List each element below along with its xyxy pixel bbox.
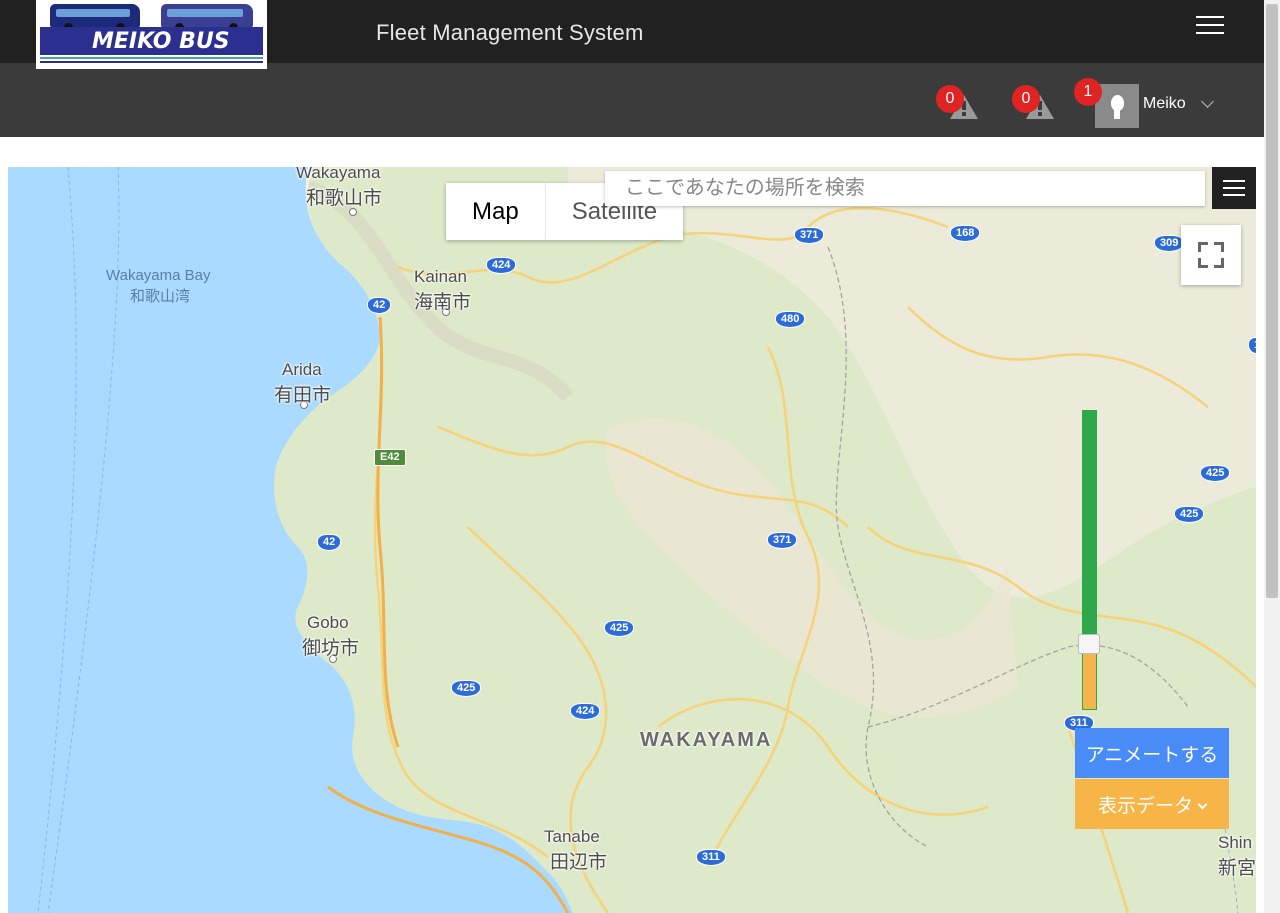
map-label-arida-jp: 有田市 bbox=[274, 385, 332, 406]
map-label-gobo: Gobo bbox=[307, 613, 349, 632]
map-label-kainan: Kainan bbox=[414, 267, 467, 286]
map-menu-icon[interactable] bbox=[1212, 167, 1256, 209]
map-label-shingu-jp: 新宮 bbox=[1218, 858, 1256, 879]
user-badge: 1 bbox=[1074, 78, 1102, 106]
map-label-shingu: Shin bbox=[1218, 833, 1253, 852]
map-label-arida: Arida bbox=[282, 360, 322, 379]
slider-track bbox=[1082, 410, 1097, 644]
display-data-button[interactable]: 表示データ bbox=[1075, 779, 1229, 829]
fullscreen-icon[interactable] bbox=[1181, 225, 1241, 285]
scrollbar-thumb[interactable] bbox=[1266, 4, 1278, 598]
map-type-map-button[interactable]: Map bbox=[446, 183, 546, 240]
route-shield: 42 bbox=[317, 534, 342, 551]
map-label-bay-jp: 和歌山湾 bbox=[130, 288, 191, 305]
map-label-region: WAKAYAMA bbox=[640, 729, 773, 751]
route-shield: 42 bbox=[367, 297, 392, 314]
map-label-wakayama-jp: 和歌山市 bbox=[306, 188, 383, 209]
chevron-down-icon bbox=[1197, 799, 1208, 809]
slider-handle[interactable] bbox=[1078, 634, 1100, 654]
notification-badge: 0 bbox=[936, 85, 964, 113]
map-label-wakayama: Wakayama bbox=[296, 167, 381, 182]
meiko-bus-logo[interactable]: MEIKO BUS bbox=[36, 0, 267, 69]
animation-slider[interactable] bbox=[1078, 410, 1100, 710]
map-label-bay: Wakayama Bay bbox=[106, 267, 211, 284]
map-canvas[interactable]: Wakayama 和歌山市 Wakayama Bay 和歌山湾 Kainan 海… bbox=[8, 167, 1256, 913]
notification-badge: 0 bbox=[1012, 85, 1040, 113]
user-toolbar bbox=[0, 63, 1264, 137]
logo-text: MEIKO BUS bbox=[92, 29, 230, 54]
animate-button[interactable]: アニメートする bbox=[1075, 728, 1229, 778]
app-title: Fleet Management System bbox=[376, 20, 644, 45]
route-shield: 311 bbox=[696, 849, 726, 866]
user-name[interactable]: Meiko bbox=[1143, 95, 1186, 113]
map-label-tanabe: Tanabe bbox=[544, 827, 600, 846]
map-label-gobo-jp: 御坊市 bbox=[302, 638, 360, 659]
location-search-input[interactable] bbox=[605, 171, 1205, 206]
display-data-label: 表示データ bbox=[1097, 794, 1193, 817]
map-label-tanabe-jp: 田辺市 bbox=[550, 852, 608, 873]
bus-icon bbox=[50, 4, 140, 32]
bus-icon bbox=[161, 4, 253, 32]
expressway-shield: E42 bbox=[374, 449, 406, 466]
hamburger-menu-icon[interactable] bbox=[1196, 14, 1224, 36]
map-label-kainan-jp: 海南市 bbox=[414, 292, 472, 313]
